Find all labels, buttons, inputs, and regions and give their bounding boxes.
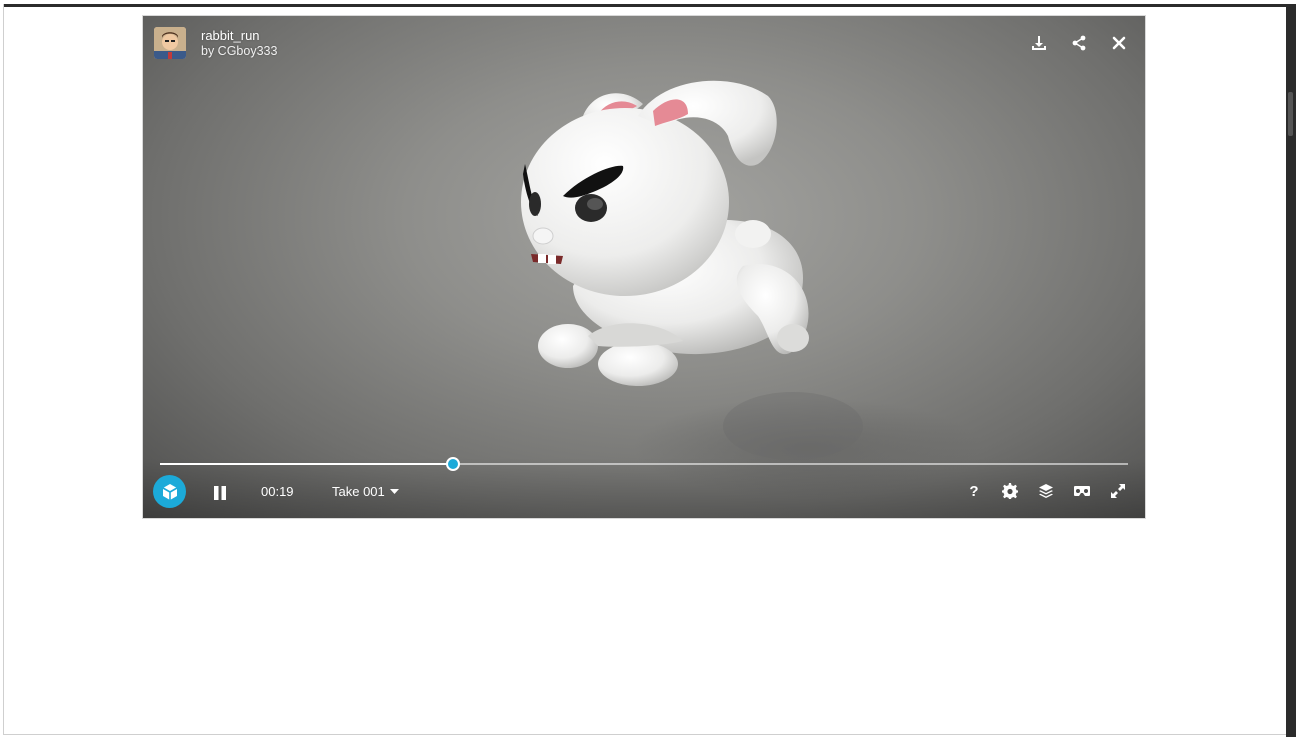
share-icon[interactable] bbox=[1070, 34, 1088, 52]
rabbit-front-paw-left bbox=[538, 324, 598, 368]
timeline-track[interactable] bbox=[160, 457, 1128, 471]
rabbit-head bbox=[521, 108, 729, 296]
rabbit-tail bbox=[735, 220, 771, 248]
author-avatar[interactable] bbox=[154, 27, 186, 59]
pause-button[interactable] bbox=[211, 484, 229, 502]
rabbit-eye-left bbox=[529, 192, 541, 216]
chevron-down-icon bbox=[389, 488, 399, 494]
floor-shadow-core bbox=[723, 392, 863, 460]
pause-icon bbox=[214, 486, 226, 500]
layers-icon[interactable] bbox=[1037, 482, 1055, 500]
close-icon[interactable] bbox=[1110, 34, 1128, 52]
viewer-top-bar: rabbit_run by CGboy333 bbox=[143, 16, 1145, 74]
time-display: 00:19 bbox=[261, 484, 294, 499]
model-viewer[interactable]: rabbit_run by CGboy333 00:19 Take 001 ? bbox=[143, 16, 1145, 518]
top-actions bbox=[1030, 34, 1128, 52]
model-author[interactable]: by CGboy333 bbox=[201, 44, 277, 58]
scrollbar-thumb[interactable] bbox=[1288, 92, 1293, 136]
bottom-actions: ? bbox=[965, 482, 1127, 500]
rabbit-3d-model[interactable] bbox=[143, 16, 1145, 518]
scrollbar[interactable] bbox=[1286, 4, 1296, 737]
cube-icon bbox=[162, 483, 177, 500]
sketchfab-logo-button[interactable] bbox=[153, 475, 186, 508]
timeline-progress bbox=[160, 463, 454, 465]
vr-icon[interactable] bbox=[1073, 482, 1091, 500]
help-glyph: ? bbox=[969, 482, 979, 500]
help-icon[interactable]: ? bbox=[965, 482, 983, 500]
rabbit-nose bbox=[532, 227, 554, 245]
settings-icon[interactable] bbox=[1001, 482, 1019, 500]
avatar-icon bbox=[154, 27, 186, 59]
animation-take-dropdown[interactable]: Take 001 bbox=[332, 484, 399, 499]
take-label: Take 001 bbox=[332, 484, 385, 499]
download-icon[interactable] bbox=[1030, 34, 1048, 52]
page-left-border bbox=[3, 4, 4, 735]
page-bottom-border bbox=[3, 734, 1286, 735]
model-title[interactable]: rabbit_run bbox=[201, 28, 260, 43]
fullscreen-icon[interactable] bbox=[1109, 482, 1127, 500]
rabbit-front-paw-right bbox=[598, 342, 678, 386]
